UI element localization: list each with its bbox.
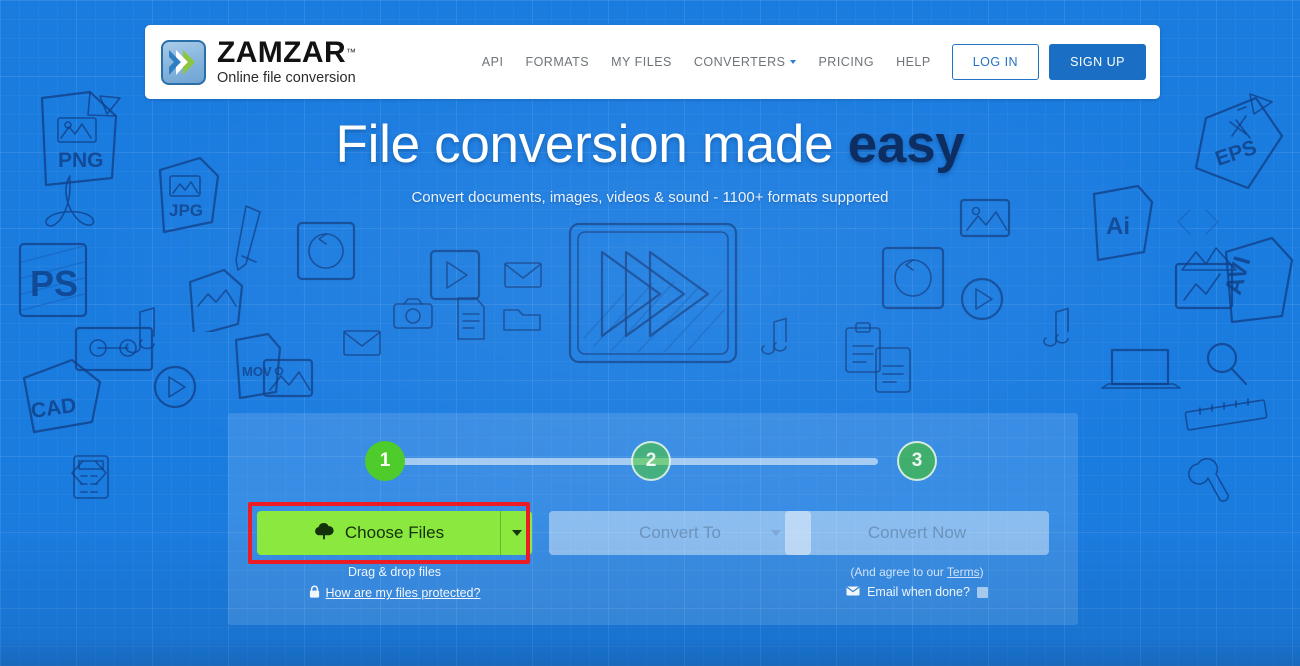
terms-row: (And agree to our Terms) bbox=[785, 565, 1049, 579]
doodle-magnifier-icon bbox=[1206, 342, 1248, 386]
doodle-mountain-icon bbox=[1181, 247, 1237, 271]
drag-drop-label: Drag & drop files bbox=[347, 565, 442, 579]
hero-title-plain: File conversion made bbox=[335, 115, 848, 174]
nav-item-pricing[interactable]: PRICING bbox=[807, 55, 885, 69]
doodle-play-circle-icon bbox=[153, 365, 197, 409]
hero-subtitle: Convert documents, images, videos & soun… bbox=[411, 189, 889, 206]
convert-now-button[interactable]: Convert Now bbox=[785, 511, 1049, 555]
lock-icon bbox=[309, 585, 320, 601]
files-protected-row: How are my files protected? bbox=[257, 585, 532, 601]
step-circle-3: 3 bbox=[897, 441, 937, 481]
doodle-calculator-icon bbox=[73, 455, 109, 499]
action-row: Choose Files Convert To Convert Now bbox=[228, 511, 1078, 555]
svg-text:Ai: Ai bbox=[1106, 213, 1130, 240]
nav-item-label: HELP bbox=[896, 55, 931, 69]
doodle-ps-file-icon: PS bbox=[18, 242, 88, 318]
signup-button[interactable]: SIGN UP bbox=[1049, 44, 1146, 80]
nav-item-help[interactable]: HELP bbox=[885, 55, 942, 69]
step-indicator: 1 2 3 bbox=[228, 441, 1078, 481]
doodle-clipboard2-icon bbox=[875, 347, 911, 393]
hero-section: File conversion made easy Convert docume… bbox=[0, 114, 1300, 206]
nav-item-my-files[interactable]: MY FILES bbox=[600, 55, 683, 69]
doodle-cassette-icon bbox=[74, 326, 154, 372]
convert-now-label: Convert Now bbox=[867, 523, 967, 542]
nav-item-formats[interactable]: FORMATS bbox=[514, 55, 600, 69]
choose-files-main[interactable]: Choose Files bbox=[257, 511, 500, 555]
double-chevron-logo-icon bbox=[161, 39, 206, 85]
logo[interactable]: ZAMZAR™ Online file conversion bbox=[161, 38, 356, 86]
doodle-music-note-icon bbox=[125, 307, 155, 354]
email-when-done-label: Email when done? bbox=[867, 585, 970, 599]
doodle-play-button-icon bbox=[568, 222, 738, 364]
doodle-code-icon bbox=[71, 461, 107, 485]
doodle-music-note2-icon bbox=[761, 317, 787, 355]
brand-name: ZAMZAR bbox=[217, 36, 347, 70]
doodle-refresh-icon bbox=[296, 221, 356, 281]
doodle-mov-file-icon: MOV bbox=[234, 332, 282, 400]
trademark-symbol: ™ bbox=[346, 47, 357, 59]
site-header: ZAMZAR™ Online file conversion API FORMA… bbox=[145, 25, 1160, 99]
doodle-avi-file-icon: AVI bbox=[1220, 236, 1294, 324]
nav-item-label: PRICING bbox=[818, 55, 875, 69]
doodle-wrench-icon bbox=[1188, 457, 1229, 502]
nav-item-converters[interactable]: CONVERTERS bbox=[683, 55, 808, 69]
nav-item-label: MY FILES bbox=[611, 55, 672, 69]
doodle-camera-icon bbox=[393, 298, 433, 329]
page-title: File conversion made easy bbox=[0, 114, 1300, 175]
main-navigation: API FORMATS MY FILES CONVERTERS PRICING … bbox=[471, 44, 1146, 80]
doodle-clipboard-icon bbox=[845, 322, 881, 373]
nav-item-label: API bbox=[481, 55, 504, 69]
doodle-document-icon bbox=[457, 297, 485, 340]
doodle-envelope-icon bbox=[504, 262, 542, 288]
doodle-folder-icon bbox=[503, 309, 541, 331]
chevron-down-icon bbox=[771, 530, 781, 536]
doodle-music-note3-icon bbox=[1043, 307, 1069, 347]
page-background: PNG JPG PS MOV CAD Ai EPS AVI ZAMZAR™ On… bbox=[0, 0, 1300, 666]
doodle-play-icon bbox=[429, 249, 481, 301]
hero-title-accent: easy bbox=[847, 115, 965, 174]
doodle-envelope2-icon bbox=[343, 330, 381, 356]
nav-item-label: FORMATS bbox=[525, 55, 590, 69]
svg-text:PS: PS bbox=[30, 263, 78, 304]
terms-prefix: (And agree to our bbox=[850, 565, 947, 579]
doodle-image-icon bbox=[188, 268, 244, 332]
doodle-play-circle2-icon bbox=[960, 277, 1004, 321]
converter-panel: 1 2 3 Choose Files Convert To Convert No… bbox=[228, 413, 1078, 625]
files-protected-link[interactable]: How are my files protected? bbox=[326, 586, 481, 600]
doodle-ruler-icon bbox=[1184, 398, 1268, 431]
terms-link[interactable]: Terms bbox=[947, 565, 980, 579]
nav-item-api[interactable]: API bbox=[471, 55, 515, 69]
step-circle-1: 1 bbox=[365, 441, 405, 481]
svg-text:AVI: AVI bbox=[1220, 253, 1256, 297]
choose-files-button[interactable]: Choose Files bbox=[257, 511, 532, 555]
doodle-photo-icon bbox=[262, 358, 314, 398]
nav-item-label: CONVERTERS bbox=[693, 55, 786, 69]
login-button[interactable]: LOG IN bbox=[951, 44, 1040, 80]
doodle-refresh2-icon bbox=[881, 246, 945, 310]
doodle-laptop-icon bbox=[1101, 348, 1181, 389]
cloud-upload-icon bbox=[313, 522, 335, 545]
choose-files-label: Choose Files bbox=[344, 523, 445, 542]
doodle-pencil-icon bbox=[235, 205, 261, 271]
doodle-code2-icon bbox=[1177, 209, 1219, 235]
choose-files-dropdown-toggle[interactable] bbox=[500, 511, 532, 555]
svg-text:CAD: CAD bbox=[29, 394, 77, 423]
chevron-down-icon bbox=[790, 60, 797, 64]
email-when-done-checkbox[interactable] bbox=[976, 586, 988, 598]
brand-tagline: Online file conversion bbox=[217, 70, 356, 87]
email-when-done-row: Email when done? bbox=[785, 585, 1049, 599]
doodle-chart-icon bbox=[1174, 262, 1234, 310]
doodle-cad-file-icon: CAD bbox=[22, 358, 102, 434]
terms-suffix: ) bbox=[979, 565, 984, 579]
chevron-down-icon bbox=[511, 530, 522, 536]
svg-text:MOV: MOV bbox=[242, 364, 272, 379]
step-circle-2: 2 bbox=[631, 441, 671, 481]
convert-to-label: Convert To bbox=[639, 523, 721, 542]
envelope-icon bbox=[846, 585, 860, 599]
convert-to-button[interactable]: Convert To bbox=[549, 511, 811, 555]
